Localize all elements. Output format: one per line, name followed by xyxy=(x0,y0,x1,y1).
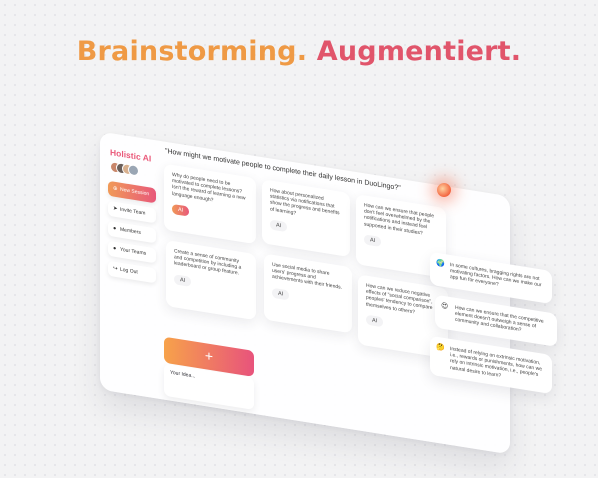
hero-title-part2: Augmentiert. xyxy=(316,36,522,67)
logout-icon: ↪ xyxy=(113,265,118,273)
idea-card-text: Use social media to share users' progres… xyxy=(272,261,343,292)
idea-card[interactable]: Why do people need to be motivated to co… xyxy=(164,163,256,245)
member-avatars[interactable] xyxy=(110,161,151,178)
ai-button[interactable]: AI xyxy=(366,314,384,328)
brand: Holistic AI xyxy=(110,147,151,178)
nav-label: New Session xyxy=(120,186,150,198)
ai-button[interactable]: AI xyxy=(172,203,190,217)
idea-card-text: Why do people need to be motivated to co… xyxy=(172,171,246,204)
nav-log-out[interactable]: ↪ Log Out xyxy=(108,260,156,284)
ai-orb-icon xyxy=(437,183,451,197)
idea-card-text: How about personalized statistics via no… xyxy=(270,187,340,217)
idea-card-text: Create a sense of community and competit… xyxy=(174,248,242,277)
ai-button[interactable]: AI xyxy=(270,219,288,233)
app-scene: Holistic AI ⊕ New Session ➤ Invite Team ● M… xyxy=(40,112,580,478)
brainstorm-board: Holistic AI ⊕ New Session ➤ Invite Team ● M… xyxy=(100,131,510,455)
nav-label: Invite Team xyxy=(120,206,146,217)
sidebar-nav: ⊕ New Session ➤ Invite Team ● Members ● Your… xyxy=(108,180,156,289)
nav-invite-team[interactable]: ➤ Invite Team xyxy=(108,200,156,224)
hero-title: Brainstorming. Augmentiert. xyxy=(0,36,598,67)
nav-label: Members xyxy=(120,226,141,236)
nav-label: Log Out xyxy=(120,266,138,276)
ai-button[interactable]: AI xyxy=(364,234,382,248)
idea-card[interactable]: How about personalized statistics via no… xyxy=(262,179,350,258)
idea-card[interactable]: Create a sense of community and competit… xyxy=(166,239,256,321)
send-icon: ➤ xyxy=(113,205,118,213)
nav-label: Your Teams xyxy=(120,246,147,257)
nav-new-session[interactable]: ⊕ New Session xyxy=(108,180,156,204)
suggestion-text: Instead of relying on extrinsic motivati… xyxy=(450,345,542,379)
team-icon: ● xyxy=(113,245,117,253)
thinking-emoji-icon: 🤔 xyxy=(436,343,445,353)
globe-emoji-icon: 🌍 xyxy=(436,259,445,269)
nav-members[interactable]: ● Members xyxy=(108,220,156,244)
hero-title-part1: Brainstorming. xyxy=(76,36,308,67)
smile-emoji-icon: 😍 xyxy=(441,302,449,311)
nav-your-teams[interactable]: ● Your Teams xyxy=(108,240,156,264)
idea-card[interactable]: Use social media to share users' progres… xyxy=(264,253,352,334)
ai-button[interactable]: AI xyxy=(174,273,192,287)
user-icon: ● xyxy=(113,225,117,233)
idea-card-text: How can we ensure that people don't feel… xyxy=(364,202,435,237)
plus-icon: ⊕ xyxy=(113,185,118,193)
ai-button[interactable]: AI xyxy=(272,287,290,301)
idea-card-text: How can we reduce negative effects of "s… xyxy=(366,282,433,315)
